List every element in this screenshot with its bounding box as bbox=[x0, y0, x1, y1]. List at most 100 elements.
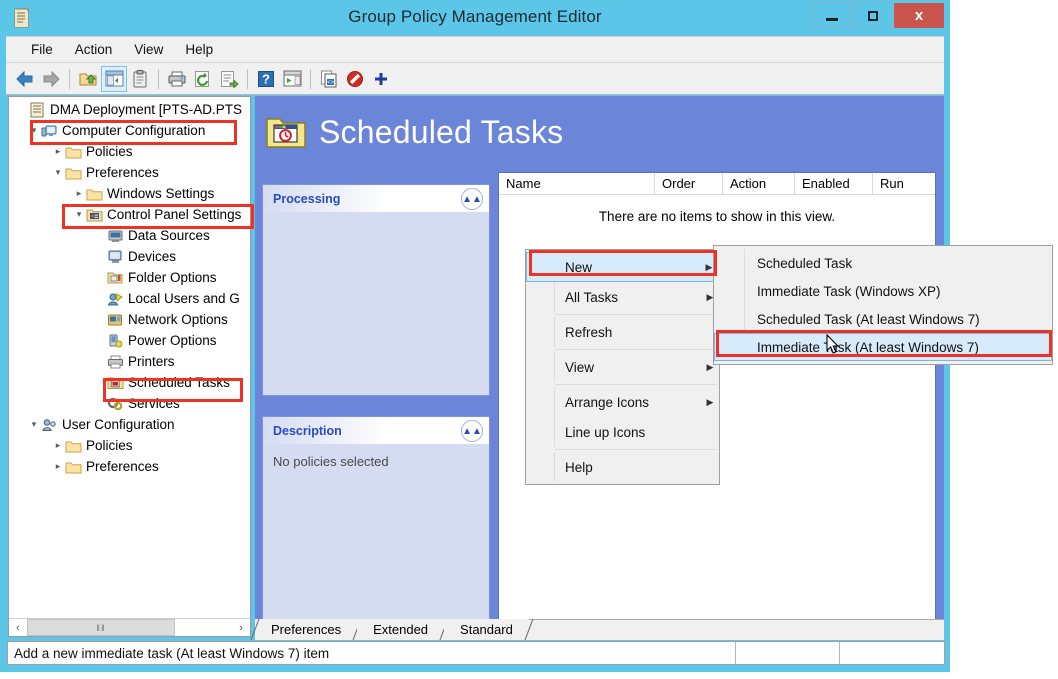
show-hide-console-tree-icon[interactable] bbox=[101, 66, 127, 92]
maximize-button[interactable] bbox=[853, 3, 893, 28]
menu-gutter bbox=[714, 249, 745, 277]
toolbar-separator bbox=[158, 69, 159, 89]
computer-config-icon bbox=[41, 123, 58, 139]
column-header-enabled[interactable]: Enabled bbox=[795, 173, 873, 194]
context-menu-item-new[interactable]: New ▶ bbox=[526, 252, 719, 282]
context-menu-item-help[interactable]: Help bbox=[526, 452, 719, 482]
new-submenu[interactable]: Scheduled Task Immediate Task (Windows X… bbox=[713, 245, 1053, 365]
column-header-order[interactable]: Order bbox=[655, 173, 723, 194]
context-menu-label: All Tasks bbox=[555, 290, 701, 305]
tree-expander[interactable]: ▸ bbox=[51, 440, 65, 451]
submenu-label: Immediate Task (Windows XP) bbox=[745, 284, 941, 299]
tree-item-devices[interactable]: Devices bbox=[9, 246, 251, 267]
status-message: Add a new immediate task (At least Windo… bbox=[8, 642, 736, 664]
menu-help[interactable]: Help bbox=[174, 39, 224, 60]
power-options-icon bbox=[107, 333, 124, 349]
tree-expander[interactable]: ▾ bbox=[27, 419, 41, 430]
context-menu-item-arrange-icons[interactable]: Arrange Icons ▶ bbox=[526, 387, 719, 417]
tree-item-local-users-and-groups[interactable]: Local Users and G bbox=[9, 288, 251, 309]
services-icon bbox=[107, 396, 124, 412]
tree-horizontal-scrollbar[interactable]: ‹ ‖‖ › bbox=[9, 618, 250, 636]
tree-item-power-options[interactable]: Power Options bbox=[9, 330, 251, 351]
close-button[interactable]: x bbox=[894, 3, 944, 28]
context-menu-item-refresh[interactable]: Refresh bbox=[526, 317, 719, 347]
menu-view[interactable]: View bbox=[123, 39, 174, 60]
context-menu-item-view[interactable]: View ▶ bbox=[526, 352, 719, 382]
help-icon[interactable]: ? bbox=[253, 66, 279, 92]
chevron-up-icon[interactable]: ▲▲ bbox=[461, 420, 483, 442]
forward-arrow-icon[interactable] bbox=[38, 66, 64, 92]
context-menu-item-all-tasks[interactable]: All Tasks ▶ bbox=[526, 282, 719, 312]
title-bar: Group Policy Management Editor x bbox=[0, 0, 950, 36]
menu-action[interactable]: Action bbox=[64, 39, 124, 60]
context-menu-item-line-up-icons[interactable]: Line up Icons bbox=[526, 417, 719, 447]
tree-expander[interactable]: ▸ bbox=[51, 146, 65, 157]
back-arrow-icon[interactable] bbox=[12, 66, 38, 92]
run-window-icon[interactable] bbox=[279, 66, 305, 92]
column-header-run[interactable]: Run bbox=[873, 173, 935, 194]
menu-separator bbox=[555, 349, 717, 350]
tree-item-label: User Configuration bbox=[62, 417, 178, 432]
status-cell-1 bbox=[736, 642, 840, 664]
tab-label: Preferences bbox=[271, 622, 341, 637]
tree-item-label: Network Options bbox=[128, 312, 231, 327]
copy-document-icon[interactable]: <> bbox=[316, 66, 342, 92]
tree-item-dma-deployment[interactable]: DMA Deployment [PTS-AD.PTS bbox=[9, 99, 251, 120]
folder-icon bbox=[65, 459, 82, 475]
minimize-button[interactable] bbox=[812, 3, 852, 28]
column-header-name[interactable]: Name bbox=[499, 173, 655, 194]
tree-item-label: Power Options bbox=[128, 333, 220, 348]
chevron-up-icon[interactable]: ▲▲ bbox=[461, 188, 483, 210]
export-list-icon[interactable] bbox=[216, 66, 242, 92]
properties-clipboard-icon[interactable] bbox=[127, 66, 153, 92]
processing-pane: Processing ▲▲ bbox=[262, 184, 490, 396]
tree-expander[interactable]: ▸ bbox=[51, 461, 65, 472]
disable-icon[interactable] bbox=[342, 66, 368, 92]
tree-expander[interactable]: ▾ bbox=[72, 209, 86, 220]
print-icon[interactable] bbox=[164, 66, 190, 92]
refresh-icon[interactable] bbox=[190, 66, 216, 92]
menu-file[interactable]: File bbox=[20, 39, 64, 60]
console-tree-panel[interactable]: DMA Deployment [PTS-AD.PTS ▾ Computer Co… bbox=[8, 96, 251, 637]
tree-expander[interactable]: ▾ bbox=[27, 125, 41, 136]
tree-item-label: Policies bbox=[86, 144, 136, 159]
tree-item-policies-computer[interactable]: ▸ Policies bbox=[9, 141, 251, 162]
scroll-thumb[interactable]: ‖‖ bbox=[27, 619, 175, 636]
context-menu[interactable]: New ▶ All Tasks ▶ Refresh View ▶ Arrange… bbox=[525, 249, 720, 485]
submenu-item-immediate-task-win7[interactable]: Immediate Task (At least Windows 7) bbox=[714, 333, 1052, 361]
close-icon: x bbox=[915, 7, 923, 24]
tree-item-windows-settings[interactable]: ▸ Windows Settings bbox=[9, 183, 251, 204]
tree-item-services[interactable]: Services bbox=[9, 393, 251, 414]
submenu-item-scheduled-task[interactable]: Scheduled Task bbox=[714, 249, 1052, 277]
tab-standard[interactable]: Standard bbox=[444, 619, 529, 640]
tree-item-label: Services bbox=[128, 396, 183, 411]
menu-gutter bbox=[526, 452, 555, 482]
scroll-left-icon[interactable]: ‹ bbox=[9, 619, 27, 636]
tree-item-preferences-computer[interactable]: ▾ Preferences bbox=[9, 162, 251, 183]
tree-item-control-panel-settings[interactable]: ▾ Control Panel Settings bbox=[9, 204, 251, 225]
tree-item-policies-user[interactable]: ▸ Policies bbox=[9, 435, 251, 456]
tab-preferences[interactable]: Preferences bbox=[255, 619, 357, 640]
tree-item-computer-configuration[interactable]: ▾ Computer Configuration bbox=[9, 120, 251, 141]
tree-item-network-options[interactable]: Network Options bbox=[9, 309, 251, 330]
tree-item-scheduled-tasks[interactable]: Scheduled Tasks bbox=[9, 372, 251, 393]
menu-gutter bbox=[714, 305, 745, 333]
tree-item-label: Policies bbox=[86, 438, 136, 453]
tree-item-preferences-user[interactable]: ▸ Preferences bbox=[9, 456, 251, 477]
add-plus-icon[interactable] bbox=[368, 66, 394, 92]
tree-item-data-sources[interactable]: Data Sources bbox=[9, 225, 251, 246]
tree-item-folder-options[interactable]: Folder Options bbox=[9, 267, 251, 288]
tab-extended[interactable]: Extended bbox=[357, 619, 444, 640]
submenu-item-immediate-task-xp[interactable]: Immediate Task (Windows XP) bbox=[714, 277, 1052, 305]
scroll-right-icon[interactable]: › bbox=[232, 619, 250, 636]
tree-expander[interactable]: ▾ bbox=[51, 167, 65, 178]
up-folder-icon[interactable] bbox=[75, 66, 101, 92]
tree-item-user-configuration[interactable]: ▾ User Configuration bbox=[9, 414, 251, 435]
user-config-icon bbox=[41, 417, 58, 433]
scroll-track[interactable]: ‖‖ bbox=[27, 619, 232, 636]
tree-expander[interactable]: ▸ bbox=[72, 188, 86, 199]
column-header-action[interactable]: Action bbox=[723, 173, 795, 194]
submenu-item-scheduled-task-win7[interactable]: Scheduled Task (At least Windows 7) bbox=[714, 305, 1052, 333]
context-menu-label: Help bbox=[555, 460, 701, 475]
tree-item-printers[interactable]: Printers bbox=[9, 351, 251, 372]
